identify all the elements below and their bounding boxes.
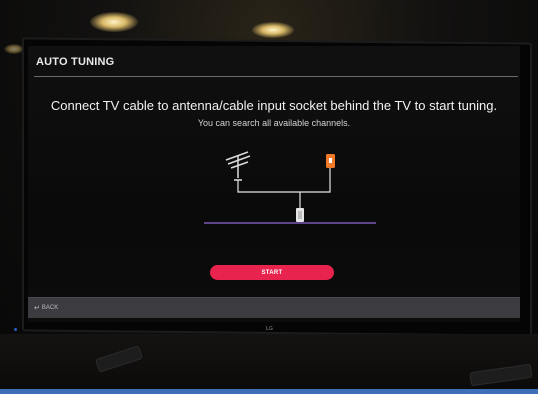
bottom-bar: ↵ BACK	[28, 297, 520, 318]
ceiling-light-far	[4, 44, 24, 54]
instruction-submessage: You can search all available channels.	[197, 118, 351, 128]
wall-socket-icon	[326, 154, 335, 168]
start-button[interactable]: START	[210, 265, 334, 280]
back-label: BACK	[41, 305, 59, 311]
antenna-icon	[225, 151, 251, 181]
ceiling-light-left	[90, 12, 138, 32]
remote-control-right	[469, 363, 533, 387]
brand-logo: LG	[266, 326, 273, 332]
tv-stand-surface	[0, 334, 538, 394]
back-button[interactable]: ↵ BACK	[34, 304, 58, 312]
power-led	[14, 328, 17, 331]
connection-diagram	[204, 151, 376, 224]
back-arrow-icon: ↵	[34, 305, 40, 312]
remote-control-left	[94, 345, 144, 373]
image-bottom-strip	[0, 389, 538, 394]
title-divider	[34, 76, 518, 77]
instruction-message: Connect TV cable to antenna/cable input …	[50, 98, 498, 113]
photo-background: AUTO TUNING Connect TV cable to antenna/…	[0, 0, 538, 394]
ceiling-light-right	[252, 22, 294, 38]
cable-lines	[237, 168, 331, 208]
page-title: AUTO TUNING	[36, 56, 115, 68]
tv-screen: AUTO TUNING Connect TV cable to antenna/…	[28, 46, 520, 322]
cable-connector-icon	[296, 208, 304, 222]
